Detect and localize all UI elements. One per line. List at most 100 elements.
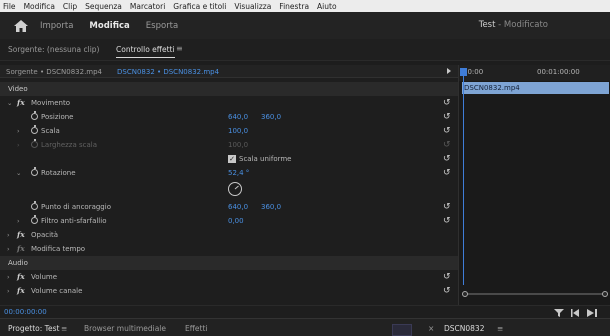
- effect-volume-canale[interactable]: › fx Volume canale ↺: [0, 284, 458, 298]
- reset-icon[interactable]: ↺: [443, 216, 451, 226]
- value[interactable]: 0,00: [228, 217, 244, 225]
- menu-aiuto[interactable]: Aiuto: [317, 2, 337, 11]
- time-mark: 00:01:00:00: [537, 68, 580, 76]
- param-ancoraggio: Punto di ancoraggio 640,0 360,0 ↺: [0, 200, 458, 214]
- menu-visualizza[interactable]: Visualizza: [234, 2, 271, 11]
- menu-finestra[interactable]: Finestra: [279, 2, 309, 11]
- chevron-right-icon[interactable]: ›: [7, 245, 10, 253]
- param-label: Scala: [41, 127, 60, 135]
- reset-icon[interactable]: ↺: [443, 126, 451, 136]
- checkbox-checked[interactable]: ✓: [228, 155, 236, 163]
- menu-modifica[interactable]: Modifica: [24, 2, 55, 11]
- value: 100,0: [228, 141, 249, 149]
- effect-name: Modifica tempo: [31, 245, 86, 253]
- audio-header: Audio: [8, 259, 28, 267]
- param-larghezza-scala: › Larghezza scala 100,0 ↺: [0, 138, 458, 152]
- tab-sequence[interactable]: DSCN0832: [444, 324, 484, 333]
- param-posizione: Posizione 640,0 360,0 ↺: [0, 110, 458, 124]
- value[interactable]: 100,0: [228, 127, 248, 135]
- menu-bar: File Modifica Clip Sequenza Marcatori Gr…: [0, 0, 610, 12]
- checkbox-label: Scala uniforme: [239, 155, 292, 163]
- chevron-down-icon[interactable]: ⌄: [16, 169, 21, 177]
- fx-icon[interactable]: fx: [17, 98, 25, 107]
- scroll-handle-end[interactable]: [602, 291, 608, 297]
- reset-icon[interactable]: ↺: [443, 154, 451, 164]
- value-x[interactable]: 640,0: [228, 113, 248, 121]
- effect-name: Movimento: [31, 99, 70, 107]
- time-ruler[interactable]: 00:00 00:01:00:00: [459, 65, 610, 81]
- reset-icon: ↺: [443, 140, 451, 150]
- effect-opacita[interactable]: › fx Opacità: [0, 228, 458, 242]
- param-label: Posizione: [41, 113, 74, 121]
- play-icon[interactable]: [447, 68, 451, 74]
- fx-icon[interactable]: fx: [17, 272, 25, 281]
- menu-sequenza[interactable]: Sequenza: [85, 2, 122, 11]
- reset-icon[interactable]: ↺: [443, 98, 451, 108]
- timeline-clip[interactable]: DSCN0832.mp4: [462, 82, 609, 94]
- workspace-header: Importa Modifica Esporta Test - Modifica…: [0, 12, 610, 39]
- chevron-down-icon[interactable]: ⌄: [7, 99, 12, 107]
- menu-grafica[interactable]: Grafica e titoli: [173, 2, 226, 11]
- timecode[interactable]: 00:00:00:00: [4, 308, 47, 316]
- tab-modifica[interactable]: Modifica: [89, 21, 129, 31]
- stopwatch-icon[interactable]: [31, 167, 38, 176]
- filter-icon[interactable]: [554, 309, 564, 317]
- reset-icon[interactable]: ↺: [443, 112, 451, 122]
- tab-effect-controls[interactable]: Controllo effetti: [116, 45, 175, 58]
- project-menu-icon[interactable]: ≡: [61, 324, 67, 333]
- bottom-panel-tabs: Progetto: Test ≡ Browser multimediale Ef…: [0, 318, 610, 336]
- tab-media-browser[interactable]: Browser multimediale: [84, 324, 166, 333]
- export-frame-icon[interactable]: [587, 309, 597, 317]
- effect-volume[interactable]: › fx Volume ↺: [0, 270, 458, 284]
- panel-menu-icon[interactable]: ≡: [176, 44, 183, 53]
- scroll-track[interactable]: [465, 293, 605, 295]
- stopwatch-icon[interactable]: [31, 111, 38, 120]
- tab-source[interactable]: Sorgente: (nessuna clip): [8, 45, 99, 54]
- rotation-dial[interactable]: [227, 181, 243, 197]
- chevron-right-icon[interactable]: ›: [7, 273, 10, 281]
- reset-icon[interactable]: ↺: [443, 286, 451, 296]
- playhead[interactable]: [463, 69, 464, 285]
- value-x[interactable]: 640,0: [228, 203, 248, 211]
- effect-movimento[interactable]: ⌄ fx Movimento ↺: [0, 96, 458, 110]
- scroll-handle-start[interactable]: [462, 291, 468, 297]
- tab-esporta[interactable]: Esporta: [146, 21, 178, 31]
- chevron-right-icon[interactable]: ›: [17, 217, 20, 225]
- param-scala: › Scala 100,0 ↺: [0, 124, 458, 138]
- stopwatch-icon[interactable]: [31, 201, 38, 210]
- panel-tabs: Sorgente: (nessuna clip) Controllo effet…: [0, 39, 610, 61]
- fx-icon[interactable]: fx: [17, 286, 25, 295]
- tab-effects[interactable]: Effetti: [185, 324, 208, 333]
- timeline-scrollbar[interactable]: [462, 291, 608, 297]
- stopwatch-icon[interactable]: [31, 125, 38, 134]
- chevron-right-icon[interactable]: ›: [7, 287, 10, 295]
- source-clip[interactable]: Sorgente • DSCN0832.mp4: [6, 68, 102, 76]
- chevron-right-icon[interactable]: ›: [7, 231, 10, 239]
- menu-marcatori[interactable]: Marcatori: [130, 2, 165, 11]
- home-icon[interactable]: [14, 19, 28, 32]
- tab-project[interactable]: Progetto: Test: [8, 324, 59, 333]
- value-y[interactable]: 360,0: [261, 203, 281, 211]
- step-back-icon[interactable]: [571, 309, 579, 317]
- reset-icon[interactable]: ↺: [443, 272, 451, 282]
- menu-clip[interactable]: Clip: [63, 2, 77, 11]
- effect-modifica-tempo[interactable]: › fx Modifica tempo: [0, 242, 458, 256]
- param-rotazione: ⌄ Rotazione 52,4 ° ↺: [0, 166, 458, 200]
- playhead-handle[interactable]: [460, 68, 467, 76]
- fx-icon: fx: [17, 244, 25, 253]
- tool-panel[interactable]: [392, 324, 412, 336]
- menu-file[interactable]: File: [3, 2, 16, 11]
- close-icon[interactable]: ×: [428, 324, 434, 333]
- chevron-right-icon[interactable]: ›: [17, 127, 20, 135]
- reset-icon[interactable]: ↺: [443, 202, 451, 212]
- value[interactable]: 52,4 °: [228, 169, 249, 177]
- sequence-menu-icon[interactable]: ≡: [497, 324, 503, 333]
- value-y[interactable]: 360,0: [261, 113, 281, 121]
- param-label: Larghezza scala: [41, 141, 98, 149]
- fx-icon[interactable]: fx: [17, 230, 25, 239]
- stopwatch-icon[interactable]: [31, 215, 38, 224]
- sequence-clip[interactable]: DSCN0832 • DSCN0832.mp4: [117, 68, 219, 76]
- reset-icon[interactable]: ↺: [443, 168, 451, 178]
- clip-selector: Sorgente • DSCN0832.mp4 DSCN0832 • DSCN0…: [0, 65, 458, 78]
- tab-importa[interactable]: Importa: [40, 21, 73, 31]
